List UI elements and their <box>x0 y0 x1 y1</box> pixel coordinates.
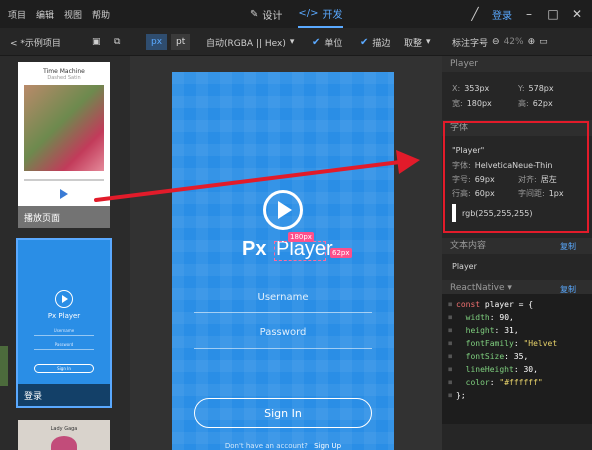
annotation-arrow <box>94 150 420 202</box>
